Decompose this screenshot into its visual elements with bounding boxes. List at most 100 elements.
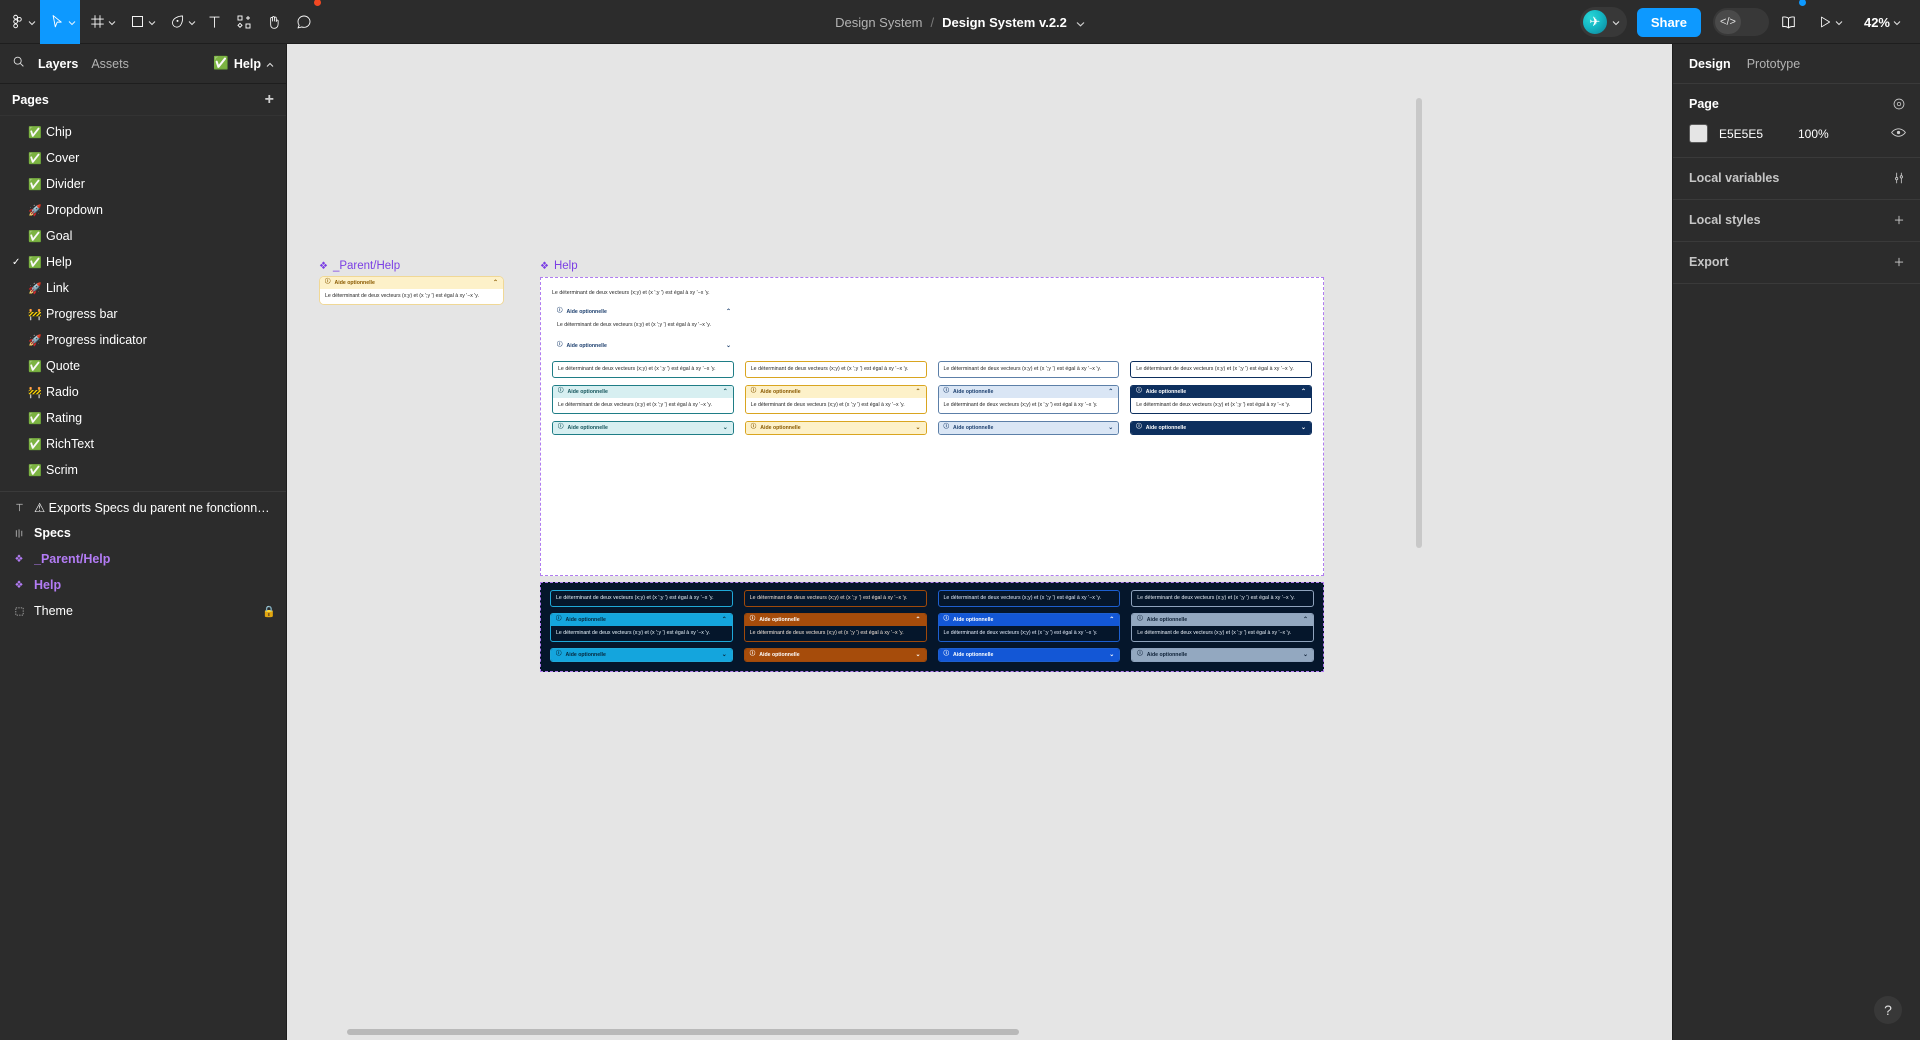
lock-icon[interactable]: 🔒: [262, 605, 276, 618]
frame-label-parent-help[interactable]: ❖ _Parent/Help: [319, 260, 400, 272]
dark-variant-cell-blue[interactable]: Le déterminant de deux vecteurs (x;y) et…: [937, 590, 1121, 608]
tab-assets[interactable]: Assets: [91, 57, 129, 71]
canvas[interactable]: ❖ _Parent/Help ❖ Help ⓘ Aide optionnelle…: [287, 44, 1672, 1040]
help-text-card[interactable]: Le déterminant de deux vecteurs (x;y) et…: [1131, 590, 1314, 608]
help-accordion[interactable]: ⓘ Aide optionnelle ⌄: [550, 647, 733, 662]
accordion-header[interactable]: ⓘ Aide optionnelle ⌄: [551, 648, 732, 661]
chevron-down-icon[interactable]: ⌄: [915, 425, 920, 431]
breadcrumb-current[interactable]: Design System v.2.2: [942, 15, 1067, 30]
chevron-down-icon[interactable]: ⌄: [723, 425, 728, 431]
help-frame-dark[interactable]: Le déterminant de deux vecteurs (x;y) et…: [540, 582, 1324, 672]
chevron-down-icon[interactable]: ⌄: [1109, 652, 1114, 658]
help-button[interactable]: ?: [1874, 996, 1902, 1024]
help-accordion[interactable]: ⓘ Aide optionnelle ⌄: [552, 420, 734, 435]
help-text-card[interactable]: Le déterminant de deux vecteurs (x;y) et…: [743, 590, 927, 608]
canvas-horizontal-scrollbar[interactable]: [287, 1027, 1672, 1036]
page-opacity[interactable]: 100%: [1798, 127, 1829, 141]
accordion-header[interactable]: ⓘ Aide optionnelle ⌃: [1131, 385, 1311, 398]
variables-settings-icon[interactable]: [1892, 171, 1906, 185]
page-item-link[interactable]: 🚀 Link: [0, 275, 286, 301]
scrollbar-thumb[interactable]: [347, 1029, 1019, 1035]
variant-cell-navy[interactable]: Le déterminant de deux vecteurs (x;y) et…: [1130, 360, 1312, 378]
variant-cell-blue[interactable]: Le déterminant de deux vecteurs (x;y) et…: [937, 360, 1120, 378]
page-item-help[interactable]: ✓ ✅ Help: [0, 249, 286, 275]
accordion-header[interactable]: ⓘ Aide optionnelle ⌃: [938, 385, 1119, 398]
resources-tool-button[interactable]: [229, 0, 259, 44]
figma-menu-button[interactable]: [0, 0, 40, 44]
page-item-divider[interactable]: ✅ Divider: [0, 171, 286, 197]
plain-accordion-open[interactable]: ⓘ Aide optionnelle ⌃ Le déterminant de deux…: [552, 306, 736, 333]
page-item-goal[interactable]: ✅ Goal: [0, 223, 286, 249]
chevron-down-icon[interactable]: ⌄: [1301, 425, 1306, 431]
text-tool-button[interactable]: [200, 0, 229, 44]
tab-prototype[interactable]: Prototype: [1747, 57, 1801, 71]
chevron-up-icon[interactable]: ⌃: [723, 389, 728, 395]
accordion-header[interactable]: ⓘ Aide optionnelle ⌄: [1131, 421, 1311, 434]
zoom-control[interactable]: 42%: [1851, 0, 1908, 44]
accordion-header[interactable]: ⓘ Aide optionnelle ⌄: [1132, 648, 1313, 661]
parent-help-card[interactable]: ⓘ Aide optionnelle ⌃ Le déterminant de d…: [319, 276, 504, 305]
accordion-header[interactable]: ⓘ Aide optionnelle ⌃: [938, 614, 1120, 627]
help-accordion[interactable]: ⓘ Aide optionnelle ⌃ Le déterminant de deux…: [937, 384, 1120, 414]
chevron-up-icon[interactable]: ⌃: [915, 389, 920, 395]
page-item-quote[interactable]: ✅ Quote: [0, 353, 286, 379]
variant-cell-navy[interactable]: ⓘ Aide optionnelle ⌄: [1130, 420, 1312, 435]
dark-variant-cell-cyan[interactable]: ⓘ Aide optionnelle ⌃ Le déterminant de deux…: [550, 613, 733, 642]
help-text-card[interactable]: Le déterminant de deux vecteurs (x;y) et…: [550, 590, 733, 608]
variant-cell-amber[interactable]: ⓘ Aide optionnelle ⌃ Le déterminant de deux…: [744, 384, 927, 414]
variant-cell-teal[interactable]: ⓘ Aide optionnelle ⌄: [552, 420, 734, 435]
eye-icon[interactable]: [1891, 125, 1906, 143]
variant-cell-amber[interactable]: ⓘ Aide optionnelle ⌄: [744, 420, 927, 435]
accordion-header[interactable]: ⓘ Aide optionnelle ⌄: [744, 648, 926, 661]
chevron-up-icon[interactable]: ⌃: [1109, 617, 1114, 623]
accordion-header[interactable]: ⓘ Aide optionnelle ⌄: [552, 340, 736, 352]
accordion-header[interactable]: ⓘ Aide optionnelle ⌃: [1132, 614, 1313, 627]
library-help-chip[interactable]: ✅ Help: [213, 56, 274, 71]
pen-tool-button[interactable]: [160, 0, 200, 44]
search-icon[interactable]: [12, 55, 25, 73]
chevron-down-icon[interactable]: ⌄: [1303, 652, 1308, 658]
chevron-down-icon[interactable]: ⌄: [726, 343, 731, 349]
dark-variant-cell-orange[interactable]: Le déterminant de deux vecteurs (x;y) et…: [743, 590, 927, 608]
help-text-card[interactable]: Le déterminant de deux vecteurs (x;y) et…: [552, 360, 734, 378]
layer-item-exports-specs-du-parent-ne-fonctionne-pas[interactable]: ⚠ Exports Specs du parent ne fonctionne …: [0, 494, 286, 520]
page-item-radio[interactable]: 🚧 Radio: [0, 379, 286, 405]
library-button[interactable]: [1773, 0, 1806, 44]
present-button[interactable]: [1808, 0, 1847, 44]
help-accordion[interactable]: ⓘ Aide optionnelle ⌄: [937, 420, 1120, 435]
comment-tool-button[interactable]: [289, 0, 321, 44]
canvas-vertical-scrollbar[interactable]: [1416, 98, 1422, 548]
page-fill-row[interactable]: E5E5E5 100%: [1689, 124, 1906, 143]
help-accordion[interactable]: ⓘ Aide optionnelle ⌄: [743, 647, 927, 662]
dark-variant-cell-slate[interactable]: ⓘ Aide optionnelle ⌃ Le déterminant de deux…: [1131, 613, 1314, 642]
tab-layers[interactable]: Layers: [38, 57, 78, 71]
plain-accordion-closed[interactable]: ⓘ Aide optionnelle ⌄: [552, 340, 736, 352]
frame-tool-button[interactable]: [80, 0, 120, 44]
move-tool-button[interactable]: [40, 0, 80, 44]
variant-cell-teal[interactable]: Le déterminant de deux vecteurs (x;y) et…: [552, 360, 734, 378]
layer-item-specs[interactable]: Specs: [0, 520, 286, 546]
user-avatar-group[interactable]: ✈: [1579, 7, 1627, 37]
variant-cell-blue[interactable]: ⓘ Aide optionnelle ⌄: [937, 420, 1120, 435]
chevron-up-icon[interactable]: ⌃: [726, 309, 731, 315]
color-swatch[interactable]: [1689, 124, 1708, 143]
layer-item-help[interactable]: ❖ Help: [0, 572, 286, 598]
dev-mode-toggle[interactable]: </>: [1712, 8, 1769, 36]
page-item-progress-bar[interactable]: 🚧 Progress bar: [0, 301, 286, 327]
variant-cell-teal[interactable]: ⓘ Aide optionnelle ⌃ Le déterminant de deux…: [552, 384, 734, 414]
variant-cell-navy[interactable]: ⓘ Aide optionnelle ⌃ Le déterminant de deux…: [1130, 384, 1312, 414]
page-style-icon[interactable]: [1892, 97, 1906, 111]
hand-tool-button[interactable]: [259, 0, 289, 44]
help-accordion[interactable]: ⓘ Aide optionnelle ⌃ Le déterminant de deux…: [1130, 384, 1312, 414]
accordion-header[interactable]: ⓘ Aide optionnelle ⌄: [745, 421, 926, 434]
help-text-card[interactable]: Le déterminant de deux vecteurs (x;y) et…: [744, 360, 927, 378]
page-item-scrim[interactable]: ✅ Scrim: [0, 457, 286, 483]
frame-label-help[interactable]: ❖ Help: [540, 260, 578, 272]
help-accordion[interactable]: ⓘ Aide optionnelle ⌄: [1130, 420, 1312, 435]
accordion-header[interactable]: ⓘ Aide optionnelle ⌃: [552, 306, 736, 318]
accordion-header[interactable]: ⓘ Aide optionnelle ⌃: [553, 385, 733, 398]
chevron-up-icon[interactable]: ⌃: [722, 617, 727, 623]
layer-item-theme[interactable]: Theme 🔒: [0, 598, 286, 624]
chevron-down-icon[interactable]: ⌄: [915, 652, 920, 658]
help-text-card[interactable]: Le déterminant de deux vecteurs (x;y) et…: [937, 590, 1121, 608]
